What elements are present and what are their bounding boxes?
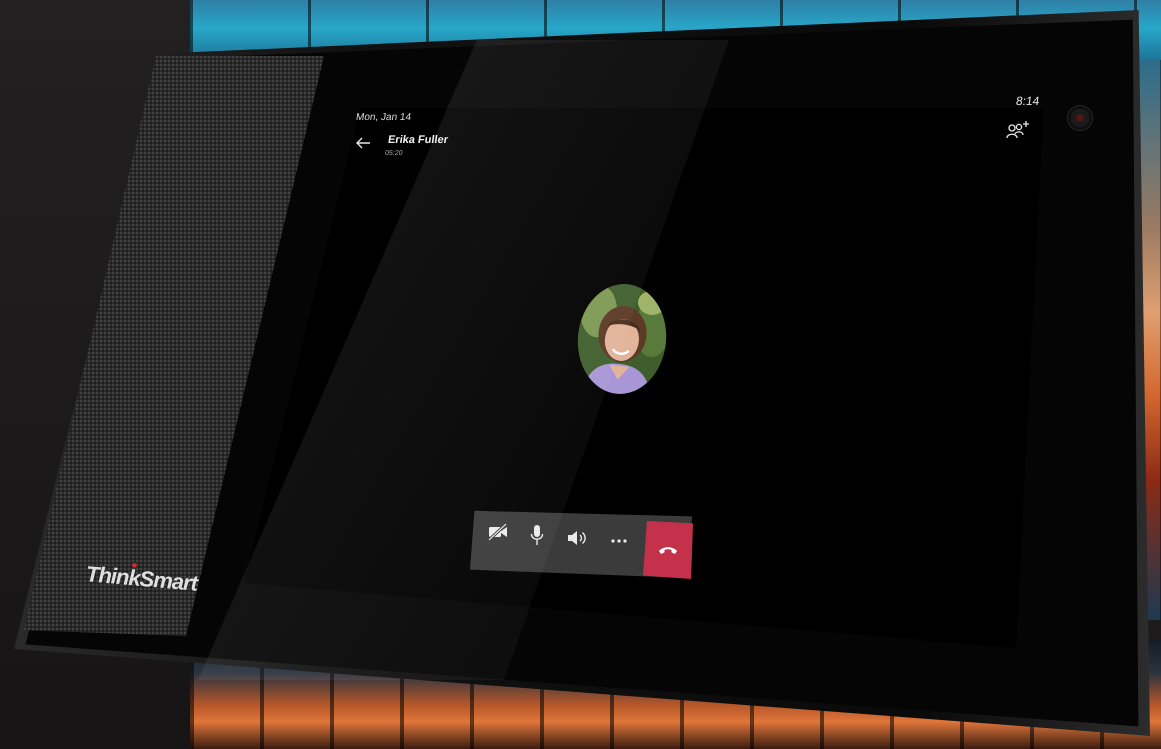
caller-name: Erika Fuller	[387, 134, 449, 146]
video-off-icon[interactable]	[485, 519, 511, 545]
front-camera	[1068, 106, 1092, 130]
call-duration: 05:20	[384, 150, 404, 157]
phone-hangup-icon	[659, 547, 677, 554]
video-off-icon-svg	[487, 523, 508, 541]
speaker-icon[interactable]	[564, 525, 590, 551]
more-options-icon[interactable]	[606, 528, 632, 554]
hang-up-button[interactable]	[643, 521, 693, 579]
microphone-icon-svg	[530, 525, 544, 545]
status-time: 8:14	[1015, 94, 1041, 108]
arrow-left-icon-svg	[356, 137, 370, 149]
brand-dot	[132, 563, 137, 568]
microphone-icon[interactable]	[524, 522, 550, 548]
scene: ThinkSmart Mon, Jan 14 Erika Fuller 05:2…	[0, 0, 1161, 749]
status-date: Mon, Jan 14	[355, 112, 412, 123]
more-options-icon-svg	[611, 539, 627, 543]
add-people-icon[interactable]	[1006, 120, 1030, 140]
speaker-icon-svg	[568, 531, 586, 545]
arrow-left-icon[interactable]	[355, 136, 371, 150]
add-people-icon-svg	[1006, 121, 1029, 139]
